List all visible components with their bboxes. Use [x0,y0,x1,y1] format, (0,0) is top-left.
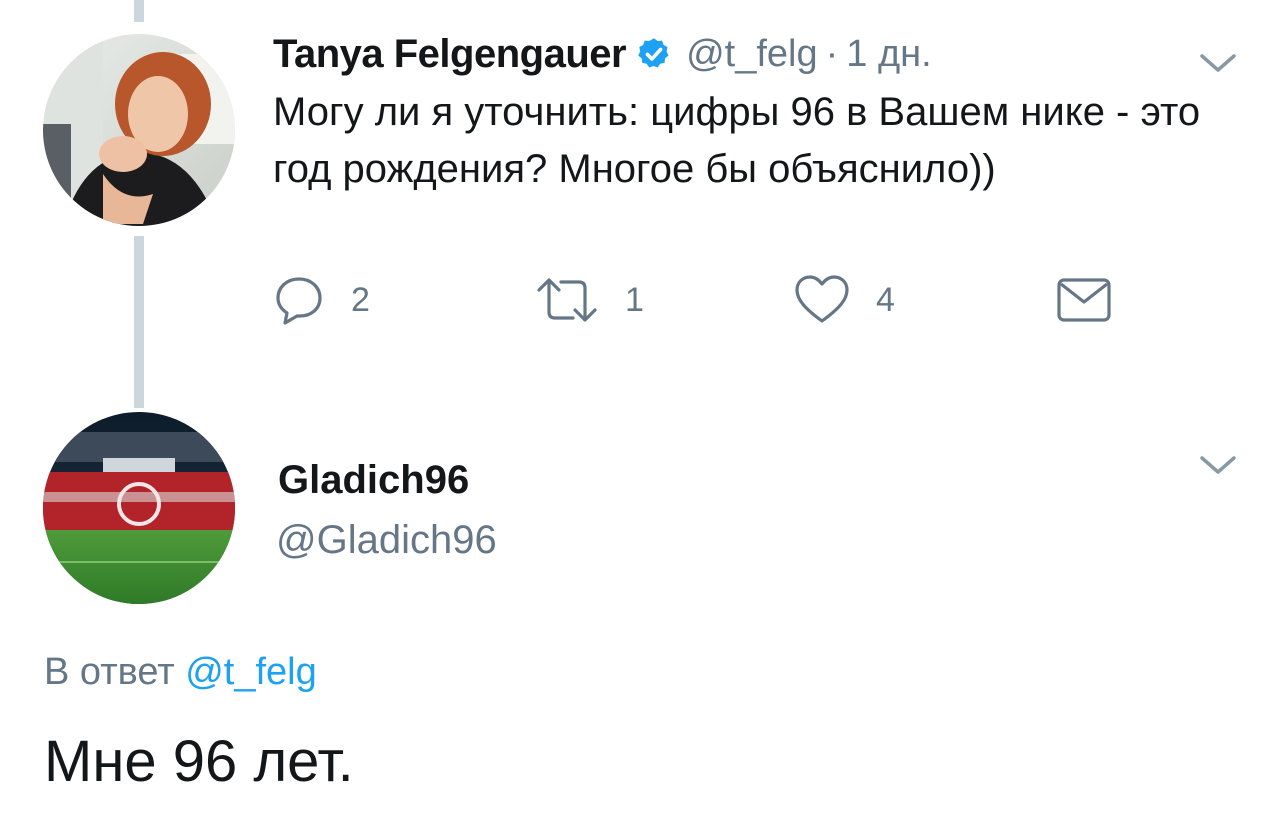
direct-message-button[interactable] [1056,268,1112,332]
author-handle[interactable]: @t_felg [686,33,818,76]
verified-badge-icon [638,38,669,68]
author-name[interactable]: Gladich96 [278,458,469,503]
tweet-text: Могу ли я уточнить: цифры 96 в Вашем ник… [273,90,1201,191]
avatar[interactable] [43,34,235,226]
reply-button[interactable]: 2 [273,268,370,332]
replying-to: В ответ @t_felg [44,651,317,694]
reply-count: 2 [351,280,370,319]
heart-icon [795,275,849,323]
chevron-down-icon[interactable] [1198,450,1238,480]
retweet-count: 1 [625,280,644,319]
envelope-icon [1057,278,1111,322]
reply-icon [276,277,322,325]
thread-line [134,236,144,408]
avatar[interactable] [43,412,235,604]
chevron-down-icon[interactable] [1198,48,1238,78]
tweet-thread-view: Tanya Felgengauer @t_felg · 1 дн. Могу л… [0,0,1280,823]
tweet-actions: 2 1 4 [273,268,1123,332]
like-button[interactable]: 4 [794,268,895,332]
author-handle[interactable]: @Gladich96 [276,518,497,563]
tweet-header: Tanya Felgengauer @t_felg · 1 дн. [273,24,932,84]
separator-dot: · [825,32,839,75]
timestamp[interactable]: 1 дн. [846,33,931,76]
tweet-text: Мне 96 лет. [44,729,354,794]
thread-line [134,0,144,22]
like-count: 4 [876,280,895,319]
retweet-icon [537,278,597,322]
retweet-button[interactable]: 1 [535,268,644,332]
author-name[interactable]: Tanya Felgengauer [273,32,627,77]
mention-link[interactable]: @t_felg [185,651,317,693]
replying-to-label: В ответ [44,651,175,693]
